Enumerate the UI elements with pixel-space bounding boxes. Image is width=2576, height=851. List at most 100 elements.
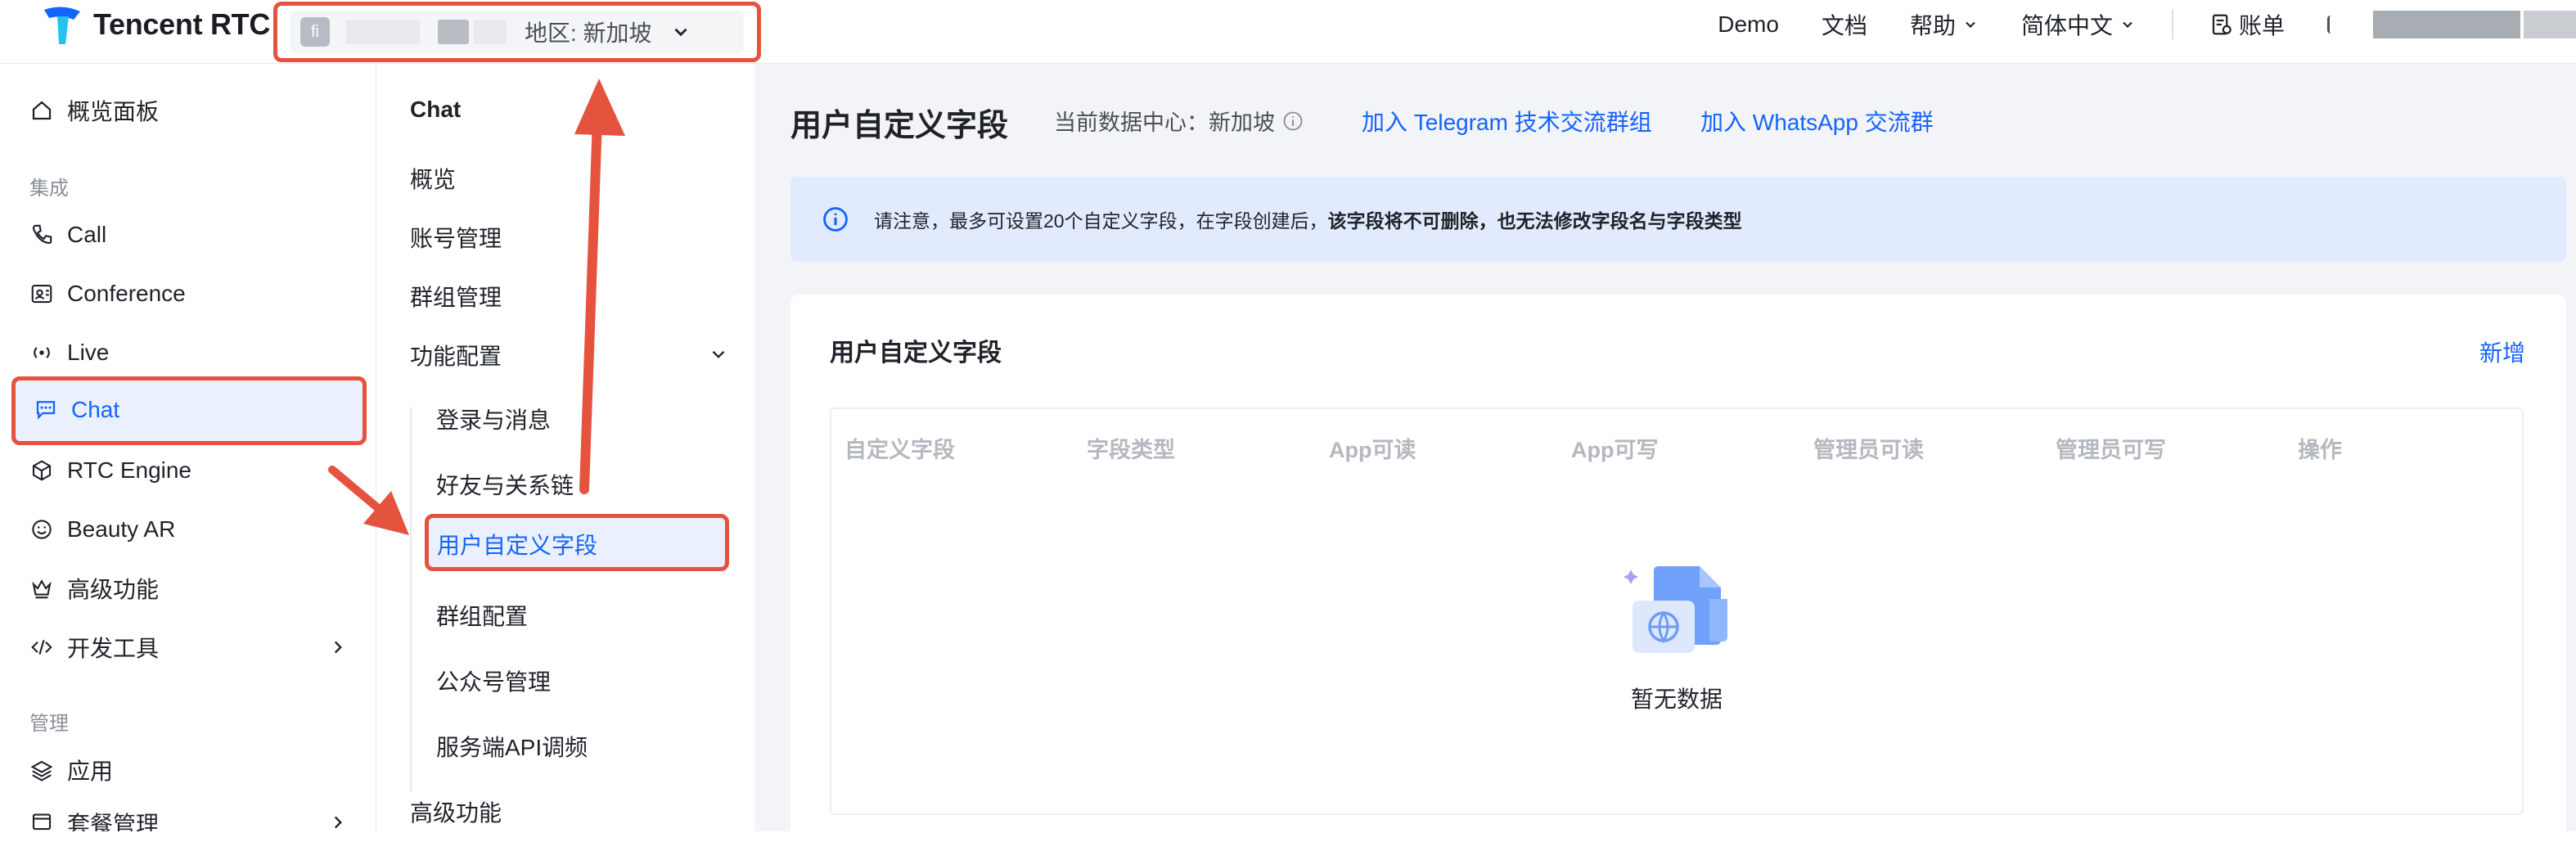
sidebar-item-label: 概览面板 — [67, 99, 160, 124]
broadcast-icon — [34, 347, 50, 358]
redacted-app-id — [438, 20, 469, 44]
redacted-account-name — [2524, 11, 2576, 38]
column-header: 管理员可写 — [2056, 438, 2166, 462]
main-content: 用户自定义字段 当前数据中心： 新加坡 加入 Telegram 技术交流群组 加… — [756, 64, 2576, 851]
column-header: 管理员可读 — [1813, 438, 1924, 462]
sidebar-item-chat[interactable]: Chat — [11, 376, 367, 445]
sidebar-item-label: Chat — [71, 397, 120, 422]
subnav-item-account[interactable]: 账号管理 — [410, 221, 502, 254]
subnav-item-overview[interactable]: 概览 — [410, 162, 456, 195]
redacted-account-name — [2373, 11, 2520, 38]
notice-text-bold: 该字段将不可删除，也无法修改字段名与字段类型 — [1327, 210, 1742, 232]
sidebar-item-devtools[interactable]: 开发工具 — [29, 627, 349, 668]
sidebar-item-label: RTC Engine — [67, 457, 192, 483]
chevron-right-icon — [334, 816, 342, 829]
subnav-item-feature-config[interactable]: 功能配置 — [410, 339, 729, 371]
nav-divider — [2171, 10, 2173, 39]
sidebar-item-apps[interactable]: 应用 — [29, 750, 113, 790]
code-icon — [31, 639, 52, 655]
subnav-item-user-custom-fields[interactable]: 用户自定义字段 — [425, 514, 729, 571]
column-header: 字段类型 — [1087, 438, 1175, 462]
subnav-item-server-api[interactable]: 服务端API调频 — [436, 730, 588, 763]
subnav-item-official-accounts[interactable]: 公众号管理 — [436, 664, 551, 697]
redacted-app-id — [474, 20, 507, 44]
sidebar-group-manage: 管理 — [29, 713, 69, 735]
subnav-item-group[interactable]: 群组管理 — [410, 280, 502, 313]
empty-folder-icon — [1624, 566, 1727, 653]
subnav-item-login-message[interactable]: 登录与消息 — [436, 403, 551, 435]
notice-text: 请注意，最多可设置20个自定义字段，在字段创建后，该字段将不可删除，也无法修改字… — [874, 205, 1742, 233]
subnav-item-label: 用户自定义字段 — [437, 533, 598, 558]
region-label: 地区: 新加坡 — [525, 20, 652, 46]
home-icon — [32, 101, 52, 120]
notice-text-normal: 请注意，最多可设置20个自定义字段，在字段创建后， — [874, 210, 1328, 232]
top-bar: Tencent RTC fi 地区: 新加坡 Demo 文档 帮助 简体中文 账… — [0, 0, 2576, 64]
tencent-logo-icon — [44, 7, 80, 44]
nav-language-label: 简体中文 — [2020, 13, 2113, 38]
notice-banner: 请注意，最多可设置20个自定义字段，在字段创建后，该字段将不可删除，也无法修改字… — [790, 177, 2566, 262]
account-menu[interactable] — [2327, 11, 2576, 38]
sidebar-item-advanced[interactable]: 高级功能 — [29, 568, 159, 609]
conference-icon — [31, 284, 52, 304]
add-field-button[interactable]: 新增 — [2479, 335, 2525, 368]
nav-billing-label: 账单 — [2238, 13, 2285, 38]
chevron-down-icon — [1966, 21, 1975, 29]
nav-demo-label: Demo — [1718, 11, 1779, 37]
subnav-item-friends[interactable]: 好友与关系链 — [436, 468, 574, 501]
nav-billing[interactable]: 账单 — [2209, 8, 2285, 41]
sidebar-item-packages[interactable]: 套餐管理 — [29, 807, 349, 831]
card-title: 用户自定义字段 — [830, 340, 1002, 367]
datacenter-label: 当前数据中心： — [1054, 110, 1209, 135]
sidebar-item-label: Call — [67, 222, 107, 247]
package-icon — [32, 813, 52, 831]
smile-icon — [32, 520, 52, 539]
top-nav: Demo 文档 帮助 简体中文 账单 — [1718, 0, 2576, 49]
chevron-right-icon — [334, 641, 342, 654]
info-circle-icon — [823, 207, 848, 232]
left-sidebar: 概览面板 集成 Call Conference Live Chat RTC En… — [0, 64, 376, 831]
chat-sub-nav: Chat 概览 账号管理 群组管理 功能配置 登录与消息 好友与关系链 用户自定… — [377, 64, 755, 831]
subnav-item-advanced[interactable]: 高级功能 — [410, 795, 502, 828]
sidebar-item-overview[interactable]: 概览面板 — [29, 90, 159, 131]
layers-icon — [30, 760, 53, 781]
sidebar-group-integrate: 集成 — [29, 178, 69, 200]
subnav-item-group-config[interactable]: 群组配置 — [436, 599, 528, 632]
sidebar-item-live[interactable]: Live — [29, 332, 109, 373]
crown-icon — [32, 579, 52, 599]
sidebar-item-label: Beauty AR — [67, 516, 176, 542]
tencent-rtc-logo[interactable]: Tencent RTC — [38, 0, 270, 49]
column-header: 操作 — [2298, 438, 2342, 462]
column-header: App可写 — [1571, 438, 1659, 462]
app-selector[interactable]: fi 地区: 新加坡 — [273, 2, 761, 62]
nav-help[interactable]: 帮助 — [1910, 8, 1979, 41]
sidebar-item-label: 开发工具 — [67, 636, 160, 661]
sidebar-item-conference[interactable]: Conference — [29, 273, 186, 314]
phone-icon — [32, 224, 52, 245]
page-title: 用户自定义字段 — [790, 109, 1009, 143]
sidebar-item-call[interactable]: Call — [29, 214, 106, 255]
sidebar-item-label: 套餐管理 — [67, 812, 160, 831]
custom-fields-card: 用户自定义字段 新增 自定义字段 字段类型 App可读 App可写 管理员可读 … — [790, 295, 2566, 851]
column-header: App可读 — [1329, 438, 1416, 462]
nav-help-label: 帮助 — [1909, 13, 1956, 38]
whatsapp-group-link[interactable]: 加入 WhatsApp 交流群 — [1700, 105, 1934, 137]
datacenter-value: 新加坡 — [1209, 110, 1275, 135]
nav-docs[interactable]: 文档 — [1822, 8, 1867, 41]
empty-state-text: 暂无数据 — [1630, 687, 1723, 712]
sidebar-item-rtc-engine[interactable]: RTC Engine — [29, 450, 191, 491]
subnav-item-label: 功能配置 — [410, 344, 502, 369]
subnav-title: Chat — [410, 97, 462, 122]
sidebar-item-label: Live — [67, 340, 110, 365]
info-icon[interactable] — [1281, 110, 1304, 133]
sidebar-item-label: 高级功能 — [67, 577, 160, 602]
nav-language[interactable]: 简体中文 — [2021, 8, 2136, 41]
nav-docs-label: 文档 — [1821, 13, 1867, 38]
sidebar-item-beauty-ar[interactable]: Beauty AR — [29, 509, 175, 550]
chevron-down-icon — [2123, 21, 2132, 29]
empty-state: 暂无数据 — [831, 558, 2522, 714]
column-header: 自定义字段 — [844, 438, 955, 462]
chat-icon — [36, 401, 56, 420]
nav-demo[interactable]: Demo — [1718, 11, 1779, 38]
telegram-group-link[interactable]: 加入 Telegram 技术交流群组 — [1362, 105, 1652, 137]
chevron-down-icon — [712, 350, 725, 358]
